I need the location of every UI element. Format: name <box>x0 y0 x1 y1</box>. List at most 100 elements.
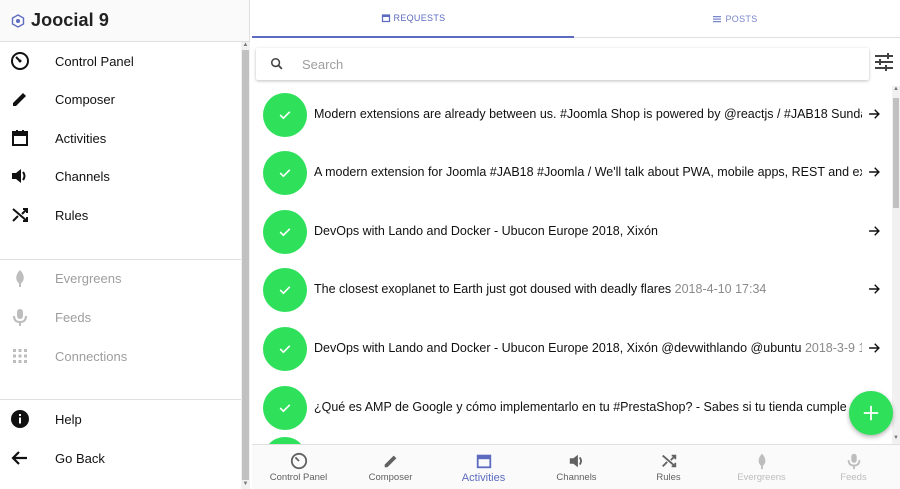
check-icon <box>263 210 307 254</box>
speedometer-icon <box>290 451 308 471</box>
sidebar-item-control-panel[interactable]: Control Panel <box>0 42 241 80</box>
sidebar-item-label: Activities <box>55 130 107 146</box>
arrow-forward-icon[interactable] <box>866 340 882 356</box>
check-icon <box>263 327 307 371</box>
arrow-back-icon <box>10 448 30 468</box>
filter-button[interactable] <box>873 52 895 76</box>
plus-icon <box>863 405 879 421</box>
activity-text: Modern extensions are already between us… <box>314 107 862 121</box>
search-icon <box>270 57 284 76</box>
bottom-nav-label: Control Panel <box>269 472 328 483</box>
check-icon <box>263 151 307 195</box>
activity-text: DevOps with Lando and Docker - Ubucon Eu… <box>314 224 658 238</box>
sidebar-item-label: Control Panel <box>55 53 134 69</box>
sidebar-item-evergreens[interactable]: Evergreens <box>0 259 241 297</box>
tab-posts[interactable]: POSTS <box>574 0 896 38</box>
activity-text: ¿Qué es AMP de Google y cómo implementar… <box>314 400 862 414</box>
list-item[interactable]: DevOps with Lando and Docker - Ubucon Eu… <box>252 203 892 261</box>
bottom-nav-label: Feeds <box>840 472 867 483</box>
activity-text: DevOps with Lando and Docker - Ubucon Eu… <box>314 341 862 355</box>
bottom-nav-rules[interactable]: Rules <box>622 445 715 489</box>
leaf-icon <box>753 451 771 471</box>
bottom-nav-channels[interactable]: Channels <box>530 445 623 489</box>
app-root: Joocial 9 Control Panel Composer Activit… <box>0 0 900 489</box>
search-bar <box>256 48 869 80</box>
bottom-nav-composer[interactable]: Composer <box>344 445 437 489</box>
grid-icon <box>10 346 30 366</box>
list-item[interactable]: Modern extensions are already between us… <box>252 86 892 144</box>
scrollbar-thumb[interactable] <box>893 98 899 208</box>
bottom-nav-evergreens[interactable]: Evergreens <box>715 445 808 489</box>
sidebar-item-rules[interactable]: Rules <box>0 196 241 234</box>
list-icon <box>712 14 722 24</box>
bottom-navigation: Control Panel Composer Activities Channe… <box>252 444 900 489</box>
sidebar-item-label: Help <box>55 411 82 427</box>
check-icon <box>263 268 307 312</box>
sidebar-item-label: Go Back <box>55 450 105 466</box>
microphone-icon <box>845 451 863 471</box>
search-input[interactable] <box>302 54 842 74</box>
check-icon <box>263 386 307 430</box>
shuffle-icon <box>660 451 678 471</box>
pencil-icon <box>382 451 400 471</box>
sidebar-item-label: Composer <box>55 91 115 107</box>
calendar-icon <box>10 128 30 148</box>
sidebar-item-label: Evergreens <box>55 270 122 286</box>
sidebar-item-feeds[interactable]: Feeds <box>0 298 241 336</box>
list-item[interactable]: DevOps with Lando and Docker - Ubucon Eu… <box>252 320 892 378</box>
sidebar-item-help[interactable]: Help <box>0 400 241 438</box>
sidebar-item-activities[interactable]: Activities <box>0 119 241 157</box>
list-scrollbar[interactable]: ▲ ▼ <box>892 86 900 444</box>
calendar-icon <box>475 451 493 471</box>
list-item[interactable] <box>252 437 892 444</box>
sidebar-item-connections[interactable]: Connections <box>0 337 241 375</box>
joocial-logo-icon <box>11 13 25 28</box>
scroll-up-icon[interactable]: ▲ <box>892 86 900 92</box>
sidebar-item-label: Connections <box>55 348 128 364</box>
tab-label: REQUESTS <box>393 13 446 23</box>
check-icon <box>263 437 307 444</box>
list-item[interactable]: A modern extension for Joomla #JAB18 #Jo… <box>252 144 892 202</box>
app-title: Joocial 9 <box>31 10 109 30</box>
scroll-down-icon[interactable]: ▼ <box>892 435 900 441</box>
sidebar-header: Joocial 9 <box>0 0 249 42</box>
tab-bar: REQUESTS POSTS <box>252 0 900 38</box>
calendar-icon <box>381 13 391 23</box>
bottom-nav-label: Composer <box>368 472 413 483</box>
check-icon <box>263 93 307 137</box>
scrollbar-thumb[interactable] <box>242 50 249 480</box>
tab-requests[interactable]: REQUESTS <box>252 0 574 38</box>
bottom-nav-label: Channels <box>556 472 597 483</box>
arrow-forward-icon[interactable] <box>866 164 882 180</box>
bottom-nav-feeds[interactable]: Feeds <box>807 445 900 489</box>
arrow-forward-icon[interactable] <box>866 223 882 239</box>
pencil-icon <box>10 89 30 109</box>
arrow-forward-icon[interactable] <box>866 106 882 122</box>
list-item[interactable]: ¿Qué es AMP de Google y cómo implementar… <box>252 379 892 437</box>
list-item[interactable]: The closest exoplanet to Earth just got … <box>252 261 892 319</box>
shuffle-icon <box>10 205 30 225</box>
add-button[interactable] <box>849 391 893 435</box>
sidebar-item-label: Feeds <box>55 309 92 325</box>
sidebar-item-go-back[interactable]: Go Back <box>0 439 241 477</box>
sidebar-item-channels[interactable]: Channels <box>0 157 241 195</box>
activity-list: Modern extensions are already between us… <box>252 86 892 444</box>
sidebar-item-composer[interactable]: Composer <box>0 80 241 118</box>
volume-icon <box>10 166 30 186</box>
activity-text: A modern extension for Joomla #JAB18 #Jo… <box>314 165 862 179</box>
speedometer-icon <box>10 51 30 71</box>
tab-label: POSTS <box>725 14 758 24</box>
scroll-up-icon[interactable]: ▲ <box>242 42 249 49</box>
sidebar-item-label: Channels <box>55 168 110 184</box>
sidebar-item-label: Rules <box>55 207 89 223</box>
leaf-icon <box>10 268 30 288</box>
bottom-nav-activities[interactable]: Activities <box>437 445 530 489</box>
tune-icon <box>874 52 894 76</box>
microphone-icon <box>10 307 30 327</box>
bottom-nav-label: Evergreens <box>737 472 786 483</box>
arrow-forward-icon[interactable] <box>866 281 882 297</box>
scroll-down-icon[interactable]: ▼ <box>242 481 249 488</box>
bottom-nav-control-panel[interactable]: Control Panel <box>252 445 345 489</box>
bottom-nav-label: Rules <box>656 472 681 483</box>
sidebar-scrollbar[interactable]: ▲ ▼ <box>241 42 250 489</box>
